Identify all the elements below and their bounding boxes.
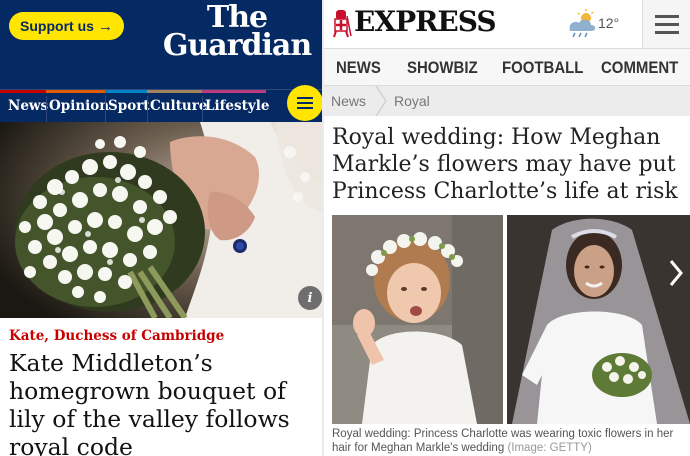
nav-item-news[interactable]: NEWS	[336, 58, 381, 78]
hamburger-icon-line	[297, 107, 313, 109]
image-info-button[interactable]: i	[298, 286, 322, 310]
hamburger-icon-line	[297, 102, 313, 104]
guardian-nav: News Opinion Sport Culture Lifestyle	[0, 89, 322, 122]
caption-text: Royal wedding: Princess Charlotte was we…	[332, 428, 674, 454]
guardian-header: Support us → The Guardian	[0, 0, 322, 89]
nav-accent-sport	[105, 90, 147, 93]
nav-item-sport[interactable]: Sport	[105, 96, 152, 122]
breadcrumb: News Royal	[324, 86, 690, 116]
article-headline: Royal wedding: How Meghan Markle’s flowe…	[332, 125, 678, 204]
chevron-right-icon	[669, 260, 683, 286]
arrow-right-icon: →	[97, 17, 113, 35]
breadcrumb-royal[interactable]: Royal	[394, 93, 430, 109]
guardian-menu-button[interactable]	[287, 85, 322, 121]
photo-caption: Royal wedding: Princess Charlotte was we…	[332, 427, 684, 455]
nav-accent-culture	[147, 90, 202, 93]
nav-item-lifestyle[interactable]: Lifestyle	[202, 96, 271, 122]
hamburger-icon	[297, 97, 313, 99]
express-logo[interactable]: EXPRESS	[354, 5, 497, 38]
royal-wedding-image	[332, 215, 690, 424]
gallery-next-button[interactable]	[662, 248, 690, 298]
support-us-label: Support us	[20, 18, 94, 34]
nav-item-news[interactable]: News	[6, 96, 50, 122]
photo-credit: (Image: GETTY)	[507, 442, 592, 454]
breadcrumb-news[interactable]: News	[331, 93, 366, 109]
crusader-logo-icon	[333, 10, 352, 38]
nav-item-opinion[interactable]: Opinion	[46, 96, 111, 122]
article-headline: Kate Middleton’s homegrown bouquet of li…	[9, 349, 290, 456]
hamburger-icon-line	[654, 22, 679, 26]
nav-accent-news	[0, 90, 46, 93]
bouquet-image	[0, 122, 322, 318]
nav-item-football[interactable]: FOOTBALL	[502, 58, 583, 78]
nav-item-comment[interactable]: COMMENT	[601, 58, 678, 78]
support-us-button[interactable]: Support us →	[9, 12, 124, 40]
guardian-logo[interactable]: The Guardian	[154, 3, 320, 63]
breadcrumb-separator-icon	[375, 86, 387, 116]
guardian-panel: Support us → The Guardian News Opinion S…	[0, 0, 322, 456]
express-panel: EXPRESS 12° NEWS SHOWBIZ FOOTBALL COMMEN…	[324, 0, 690, 456]
guardian-logo-line2: Guardian	[162, 28, 312, 63]
article-photo	[332, 215, 690, 424]
article-kicker[interactable]: Kate, Duchess of Cambridge	[9, 328, 224, 344]
temperature-readout: 12°	[598, 15, 620, 31]
nav-accent-opinion	[46, 90, 105, 93]
hamburger-icon	[654, 14, 679, 18]
express-header: EXPRESS 12°	[324, 0, 690, 49]
nav-item-culture[interactable]: Culture	[147, 96, 209, 122]
hamburger-icon-line	[654, 30, 679, 34]
info-icon: i	[307, 290, 313, 306]
express-menu-button[interactable]	[642, 0, 690, 48]
nav-item-showbiz[interactable]: SHOWBIZ	[407, 58, 478, 78]
nav-accent-lifestyle	[202, 90, 266, 93]
bouquet-photo	[0, 122, 322, 318]
express-nav: NEWS SHOWBIZ FOOTBALL COMMENT	[324, 49, 690, 86]
